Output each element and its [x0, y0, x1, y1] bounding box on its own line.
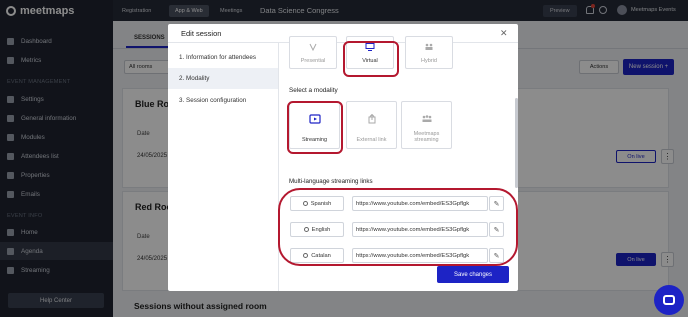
option-presential[interactable]: Presential [289, 36, 337, 69]
option-label: Hybrid [421, 58, 437, 64]
multi-language-title: Multi-language streaming links [289, 178, 373, 185]
save-changes-button[interactable]: Save changes [437, 266, 509, 283]
group-icon [422, 115, 431, 122]
modal-scrollbar[interactable] [515, 98, 518, 188]
option-label: Meetmaps streaming [413, 130, 440, 144]
option-external-link[interactable]: External link [346, 101, 397, 149]
hybrid-icon [425, 43, 433, 50]
streaming-highlight [287, 101, 343, 154]
presential-icon [309, 43, 317, 51]
option-label: External link [356, 137, 387, 144]
modal-header: Edit session ✕ [168, 24, 518, 43]
option-meetmaps-streaming[interactable]: Meetmaps streaming [401, 101, 452, 149]
modal-title: Edit session [181, 29, 222, 38]
edit-session-modal: Edit session ✕ 1. Information for attend… [168, 24, 518, 291]
external-link-icon [368, 114, 375, 124]
steps-divider [278, 43, 279, 291]
select-modality-title: Select a modality [289, 87, 338, 94]
languages-highlight [278, 188, 518, 266]
virtual-highlight [343, 41, 399, 77]
step-modality[interactable]: 2. Modality [168, 68, 278, 89]
chat-icon [663, 295, 675, 305]
option-hybrid[interactable]: Hybrid [405, 36, 453, 69]
step-information[interactable]: 1. Information for attendees [168, 47, 278, 68]
option-label: Presential [300, 58, 326, 64]
close-icon[interactable]: ✕ [500, 28, 508, 39]
chat-button[interactable] [654, 285, 684, 315]
step-configuration[interactable]: 3. Session configuration [168, 90, 278, 111]
